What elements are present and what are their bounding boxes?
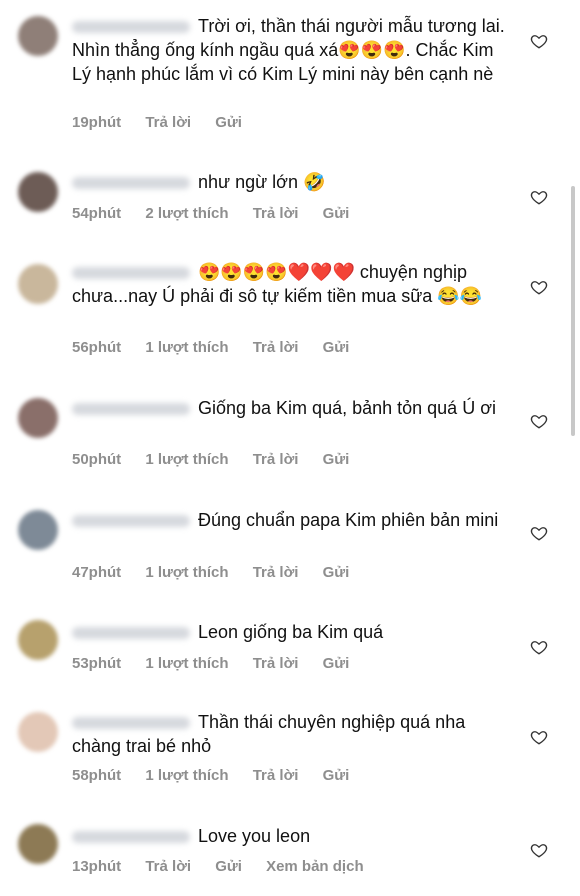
reply-button[interactable]: Trả lời xyxy=(253,767,299,784)
comment-meta: 54phút 2 lượt thích Trả lời Gửi xyxy=(72,205,369,222)
heart-icon[interactable] xyxy=(530,412,548,430)
username[interactable] xyxy=(72,267,190,280)
avatar[interactable] xyxy=(18,824,58,864)
send-button[interactable]: Gửi xyxy=(323,451,350,468)
likes-count[interactable]: 1 lượt thích xyxy=(145,451,228,468)
send-button[interactable]: Gửi xyxy=(323,339,350,356)
send-button[interactable]: Gửi xyxy=(323,767,350,784)
username[interactable] xyxy=(72,717,190,730)
username[interactable] xyxy=(72,831,190,844)
send-button[interactable]: Gửi xyxy=(323,564,350,581)
send-button[interactable]: Gửi xyxy=(215,858,242,875)
likes-count[interactable]: 1 lượt thích xyxy=(145,339,228,356)
avatar[interactable] xyxy=(18,712,58,752)
comment-text: Love you leon xyxy=(72,824,512,848)
timestamp: 50phút xyxy=(72,451,122,468)
send-button[interactable]: Gửi xyxy=(323,655,350,672)
comment-text: 😍😍😍😍❤️❤️❤️ chuyện nghịp chưa...nay Ú phả… xyxy=(72,262,483,306)
username[interactable] xyxy=(72,627,190,640)
comment-meta: 47phút 1 lượt thích Trả lời Gửi xyxy=(72,564,369,581)
send-button[interactable]: Gửi xyxy=(323,205,350,222)
translate-button[interactable]: Xem bản dịch xyxy=(266,858,364,875)
comment-text: Thần thái chuyên nghiệp quá nha chàng tr… xyxy=(72,712,466,756)
heart-icon[interactable] xyxy=(530,524,548,542)
timestamp: 13phút xyxy=(72,858,122,875)
timestamp: 53phút xyxy=(72,655,122,672)
username[interactable] xyxy=(72,515,190,528)
heart-icon[interactable] xyxy=(530,278,548,296)
comment-meta: 53phút 1 lượt thích Trả lời Gửi xyxy=(72,655,369,672)
reply-button[interactable]: Trả lời xyxy=(253,564,299,581)
username[interactable] xyxy=(72,177,190,190)
avatar[interactable] xyxy=(18,620,58,660)
timestamp: 47phút xyxy=(72,564,122,581)
reply-button[interactable]: Trả lời xyxy=(253,339,299,356)
comment-meta: 56phút 1 lượt thích Trả lời Gửi xyxy=(72,339,369,356)
timestamp: 56phút xyxy=(72,339,122,356)
username[interactable] xyxy=(72,403,190,416)
comment-meta: 19phút Trả lời Gửi xyxy=(72,114,262,131)
avatar[interactable] xyxy=(18,398,58,438)
heart-icon[interactable] xyxy=(530,32,548,50)
heart-icon[interactable] xyxy=(530,188,548,206)
timestamp: 58phút xyxy=(72,767,122,784)
comment-meta: 50phút 1 lượt thích Trả lời Gửi xyxy=(72,451,369,468)
reply-button[interactable]: Trả lời xyxy=(253,205,299,222)
comment-text: Đúng chuẩn papa Kim phiên bản mini xyxy=(72,508,512,532)
likes-count[interactable]: 1 lượt thích xyxy=(145,767,228,784)
likes-count[interactable]: 2 lượt thích xyxy=(145,205,228,222)
comment-meta: 13phút Trả lời Gửi Xem bản dịch xyxy=(72,858,384,875)
heart-icon[interactable] xyxy=(530,638,548,656)
likes-count[interactable]: 1 lượt thích xyxy=(145,655,228,672)
comment-text: Giống ba Kim quá, bảnh tỏn quá Ú ơi xyxy=(72,396,512,420)
comment-meta: 58phút 1 lượt thích Trả lời Gửi xyxy=(72,767,369,784)
likes-count[interactable]: 1 lượt thích xyxy=(145,564,228,581)
avatar[interactable] xyxy=(18,264,58,304)
reply-button[interactable]: Trả lời xyxy=(145,858,191,875)
avatar[interactable] xyxy=(18,16,58,56)
heart-icon[interactable] xyxy=(530,728,548,746)
timestamp: 19phút xyxy=(72,114,122,131)
reply-button[interactable]: Trả lời xyxy=(253,655,299,672)
avatar[interactable] xyxy=(18,510,58,550)
timestamp: 54phút xyxy=(72,205,122,222)
comment-text: Trời ơi, thần thái người mẫu tương lai. … xyxy=(72,16,505,84)
heart-icon[interactable] xyxy=(530,841,548,859)
send-button[interactable]: Gửi xyxy=(215,114,242,131)
reply-button[interactable]: Trả lời xyxy=(145,114,191,131)
scrollbar[interactable] xyxy=(571,186,575,436)
username[interactable] xyxy=(72,21,190,34)
avatar[interactable] xyxy=(18,172,58,212)
reply-button[interactable]: Trả lời xyxy=(253,451,299,468)
comment-text: như ngừ lớn 🤣 xyxy=(72,170,512,194)
comment-text: Leon giống ba Kim quá xyxy=(72,620,512,644)
